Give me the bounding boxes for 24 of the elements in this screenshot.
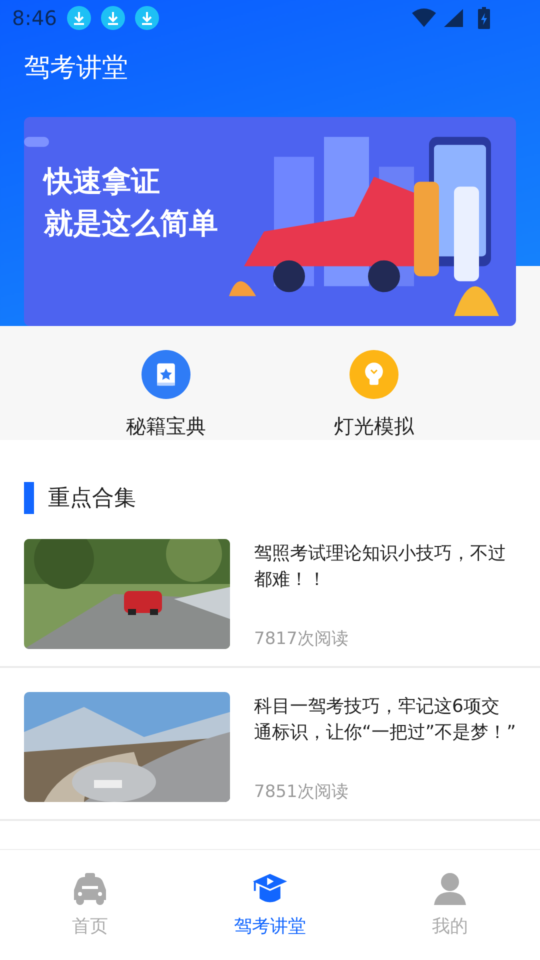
wifi-icon (412, 8, 436, 28)
download-icon (134, 6, 159, 30)
section-title: 重点合集 (48, 485, 136, 513)
banner-slogan: 就是这么简单 (44, 205, 218, 241)
car-icon (72, 872, 108, 906)
article-title[interactable]: 科目一驾考技巧，牢记这6项交通标识，让你“一把过”不是梦！” (254, 694, 516, 746)
nav-tab[interactable]: 驾考讲堂 (180, 872, 360, 938)
section-marker (24, 482, 34, 514)
read-count: 7851次阅读 (254, 781, 350, 803)
read-count: 7817次阅读 (254, 628, 350, 650)
person-icon (432, 872, 468, 906)
battery-icon (478, 7, 490, 29)
page-title: 驾考讲堂 (23, 52, 129, 85)
banner[interactable]: 快速拿证 就是这么简单 (24, 117, 516, 326)
shortcut-label[interactable]: 灯光模拟 (334, 413, 414, 440)
download-icon (66, 6, 91, 30)
signal-icon (442, 8, 466, 28)
banner-slogan: 快速拿证 (44, 163, 161, 199)
article-card[interactable]: 科目一驾考技巧，牢记这6项交通标识，让你“一把过”不是梦！” 7851次阅读 (0, 668, 540, 821)
article-card[interactable]: 驾照考试理论知识小技巧，不过都难！！ 7817次阅读 (0, 514, 540, 668)
article-title[interactable]: 驾照考试理论知识小技巧，不过都难！！ (254, 541, 516, 593)
download-icon (100, 6, 125, 30)
status-time: 8:46 (12, 6, 57, 30)
shortcut-label[interactable]: 秘籍宝典 (126, 413, 206, 440)
